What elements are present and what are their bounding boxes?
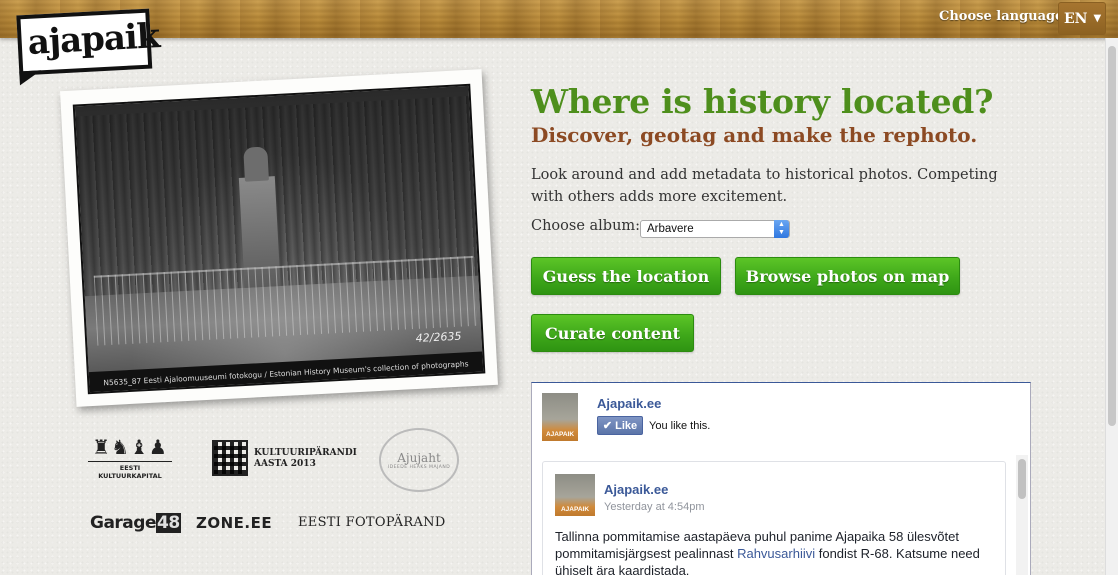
intro-text: Look around and add metadata to historic… xyxy=(531,167,998,205)
featured-photo-frame[interactable]: 42/2635 N5635_87 Eesti Ajaloomuuseumi fo… xyxy=(60,69,498,407)
fotoparand-logo[interactable]: EESTI FOTOPÄRAND xyxy=(298,515,446,530)
ajujaht-subtext: IDEEDE HEAKS MAJAND xyxy=(387,464,451,470)
album-select[interactable]: Arbavere ▲ ▼ xyxy=(640,220,790,238)
garage48-logo[interactable]: Garage48 xyxy=(90,513,181,533)
garage48-text: Garage xyxy=(90,513,156,533)
page-headline: Where is history located? xyxy=(531,82,994,121)
kultuuriparandi-logo[interactable]: KULTUURIPÄRANDI AASTA 2013 xyxy=(212,440,357,476)
facebook-scrollbar[interactable] xyxy=(1016,455,1028,575)
curate-content-button[interactable]: Curate content xyxy=(531,314,694,352)
language-select[interactable]: EN ▼ xyxy=(1058,2,1106,35)
kultuurkapital-logo[interactable]: ♜♞♝♟ EESTI KULTUURKAPITAL xyxy=(88,433,172,480)
language-label: Choose language: xyxy=(939,9,1069,24)
kultuuriparandi-line1: KULTUURIPÄRANDI xyxy=(254,448,357,458)
kultuuriparandi-line2: AASTA 2013 xyxy=(254,459,316,469)
photo-number: 42/2635 xyxy=(415,329,462,345)
qr-pattern-icon xyxy=(212,440,248,476)
facebook-post: AJAPAIK Ajapaik.ee Yesterday at 4:54pm T… xyxy=(542,461,1006,575)
kultuuriparandi-text: KULTUURIPÄRANDI AASTA 2013 xyxy=(254,448,357,470)
album-selected: Arbavere xyxy=(647,223,694,235)
browse-map-button[interactable]: Browse photos on map xyxy=(735,257,960,295)
like-label: Like xyxy=(615,419,638,432)
garage48-number: 48 xyxy=(155,513,181,533)
ajujaht-text: Ajujaht xyxy=(397,450,441,465)
post-timestamp[interactable]: Yesterday at 4:54pm xyxy=(604,501,705,513)
checkmark-icon: ✔ xyxy=(602,420,613,432)
logo-text: ajapaik xyxy=(26,16,161,63)
post-link[interactable]: Rahvusarhiivi xyxy=(737,546,815,561)
facebook-page-avatar[interactable]: AJAPAIK xyxy=(542,393,578,441)
facebook-page-name[interactable]: Ajapaik.ee xyxy=(597,396,661,411)
zone-logo[interactable]: ZONE.EE xyxy=(196,514,272,532)
chevron-down-icon: ▼ xyxy=(1093,13,1102,24)
album-label: Choose album: xyxy=(531,218,641,234)
kultuurkapital-text: EESTI KULTUURKAPITAL xyxy=(88,461,172,480)
page-scrollbar-thumb[interactable] xyxy=(1108,46,1116,426)
ajujaht-logo[interactable]: Ajujaht IDEEDE HEAKS MAJAND xyxy=(379,428,459,492)
select-arrows-icon: ▲ ▼ xyxy=(774,220,789,238)
post-avatar-label: AJAPAIK xyxy=(560,506,590,513)
avatar-label: AJAPAIK xyxy=(545,431,575,438)
facebook-like-status: You like this. xyxy=(649,420,711,432)
featured-photo[interactable]: 42/2635 N5635_87 Eesti Ajaloomuuseumi fo… xyxy=(72,83,486,395)
facebook-scrollbar-thumb[interactable] xyxy=(1018,459,1026,499)
post-author-avatar[interactable]: AJAPAIK xyxy=(555,474,595,516)
facebook-like-button[interactable]: ✔ Like xyxy=(597,416,643,435)
kultuurkapital-figures-icon: ♜♞♝♟ xyxy=(92,435,168,459)
language-selected: EN xyxy=(1064,10,1088,27)
site-logo[interactable]: ajapaik xyxy=(16,8,160,86)
page-scrollbar[interactable] xyxy=(1105,38,1118,575)
facebook-widget: AJAPAIK Ajapaik.ee ✔ Like You like this.… xyxy=(531,382,1031,575)
post-author-name[interactable]: Ajapaik.ee xyxy=(604,482,668,497)
post-text: Tallinna pommitamise aastapäeva puhul pa… xyxy=(555,528,995,575)
guess-location-button[interactable]: Guess the location xyxy=(531,257,721,295)
page-subheadline: Discover, geotag and make the rephoto. xyxy=(531,123,978,147)
logo-tail xyxy=(19,70,42,86)
